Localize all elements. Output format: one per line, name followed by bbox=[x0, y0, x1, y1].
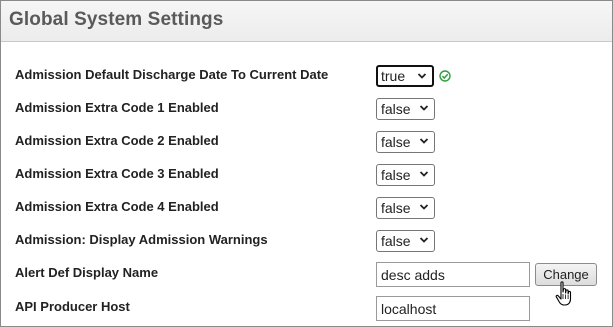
extra-code-1-select[interactable]: false bbox=[376, 98, 435, 120]
setting-label-extra-code-4: Admission Extra Code 4 Enabled bbox=[15, 199, 219, 214]
setting-label-default-discharge-date: Admission Default Discharge Date To Curr… bbox=[15, 67, 329, 82]
select-value: false bbox=[381, 233, 411, 249]
select-value: false bbox=[381, 101, 411, 117]
chevron-down-icon bbox=[419, 171, 429, 177]
select-value: false bbox=[381, 134, 411, 150]
setting-label-alert-def-display-name: Alert Def Display Name bbox=[15, 265, 159, 280]
alert-def-display-name-input[interactable] bbox=[376, 262, 530, 287]
page-title: Global System Settings bbox=[9, 9, 224, 30]
select-value: false bbox=[381, 167, 411, 183]
extra-code-4-select[interactable]: false bbox=[376, 197, 435, 219]
chevron-down-icon bbox=[419, 204, 429, 210]
chevron-down-icon bbox=[419, 105, 429, 111]
chevron-down-icon bbox=[419, 237, 429, 243]
chevron-down-icon bbox=[419, 138, 429, 144]
hand-pointer-icon bbox=[555, 281, 572, 306]
setting-label-extra-code-1: Admission Extra Code 1 Enabled bbox=[15, 100, 219, 115]
default-discharge-date-select[interactable]: true bbox=[376, 65, 434, 87]
setting-label-extra-code-2: Admission Extra Code 2 Enabled bbox=[15, 133, 219, 148]
setting-label-extra-code-3: Admission Extra Code 3 Enabled bbox=[15, 166, 219, 181]
setting-label-api-producer-host: API Producer Host bbox=[15, 299, 130, 314]
setting-label-display-admission-warnings: Admission: Display Admission Warnings bbox=[15, 232, 268, 247]
select-value: true bbox=[381, 68, 406, 84]
display-admission-warnings-select[interactable]: false bbox=[376, 230, 435, 252]
extra-code-3-select[interactable]: false bbox=[376, 164, 435, 186]
panel-header: Global System Settings bbox=[1, 1, 612, 42]
api-producer-host-input[interactable] bbox=[376, 296, 530, 321]
check-circle-icon bbox=[439, 70, 451, 82]
extra-code-2-select[interactable]: false bbox=[376, 131, 435, 153]
settings-panel: Global System Settings Admission Default… bbox=[0, 0, 613, 327]
select-value: false bbox=[381, 200, 411, 216]
chevron-down-icon bbox=[417, 73, 427, 79]
